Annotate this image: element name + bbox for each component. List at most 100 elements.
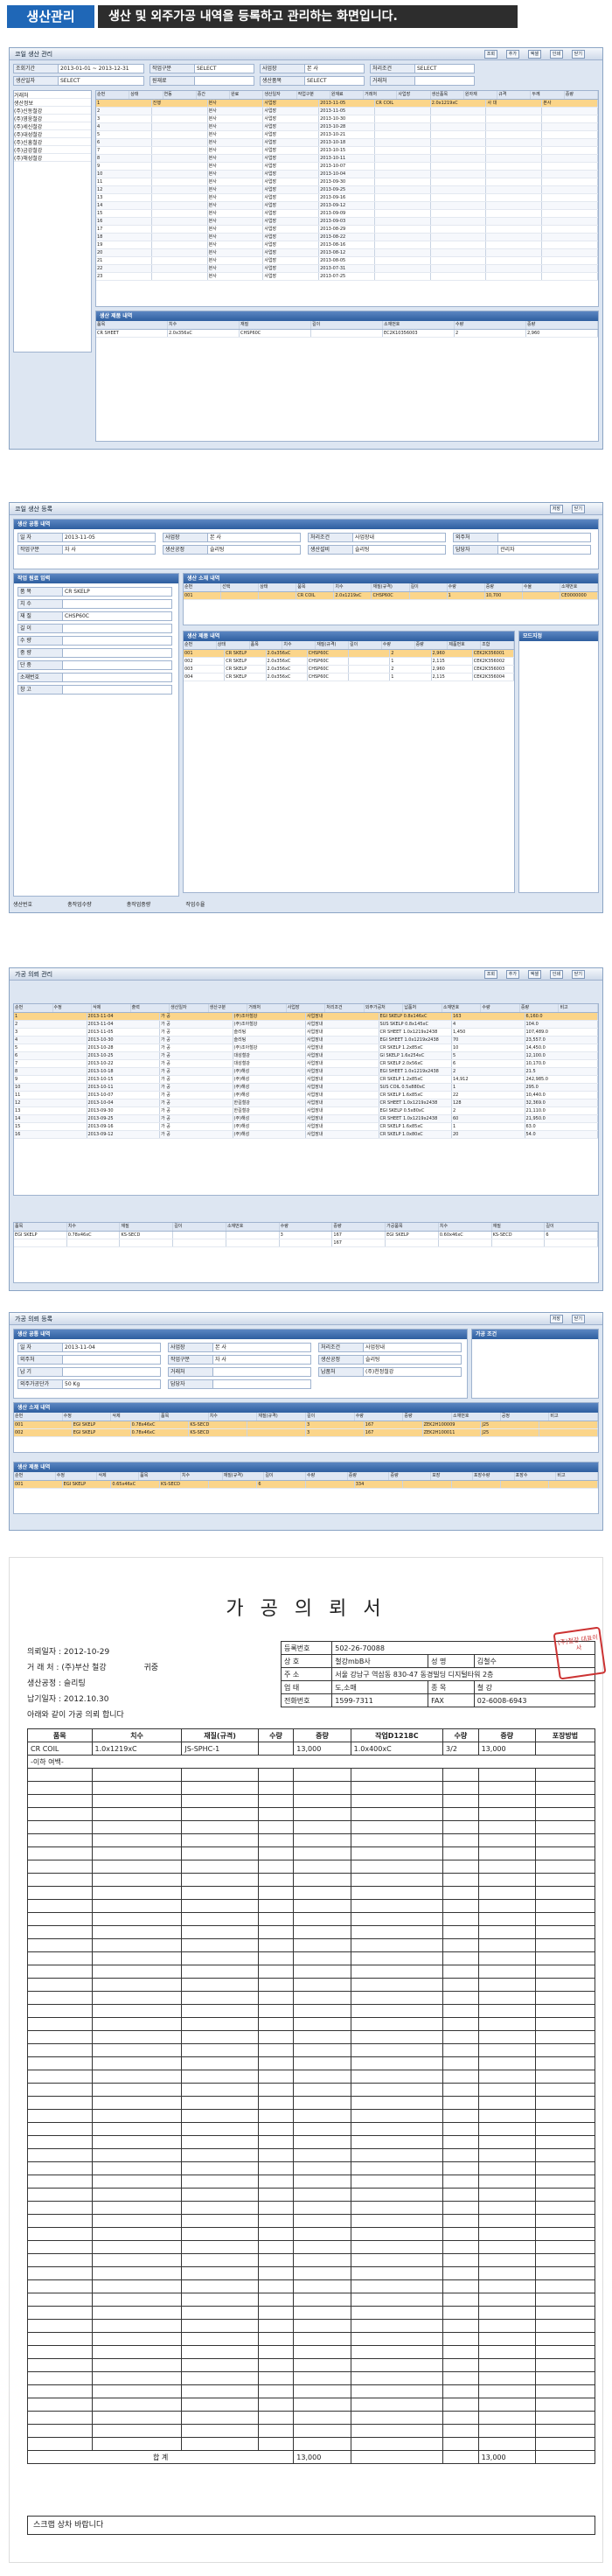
table-row[interactable]: 5 2013-10-28 가 공 (주)조아철강 사업장내 CR SKELP 1.2x85…: [14, 1044, 598, 1052]
table-row[interactable]: 18 본사 사업장 2013-08-22: [96, 234, 598, 241]
side-list-item[interactable]: (주)해성철강: [14, 154, 91, 162]
field-value[interactable]: [63, 636, 172, 646]
table-row[interactable]: 3 본사 사업장 2013-10-30: [96, 115, 598, 123]
add-button[interactable]: 추가: [505, 50, 519, 59]
input-field[interactable]: 외주처: [453, 533, 591, 542]
filter-product[interactable]: 생산품목 SELECT: [260, 76, 365, 86]
input-field[interactable]: 소재번호: [17, 673, 172, 682]
filter-material[interactable]: 원재료: [150, 76, 254, 86]
input-field[interactable]: 생산설비 슬리팅: [308, 545, 446, 555]
table-row[interactable]: 12 2013-10-04 가 공 한길철강 사업장내 CR SHEET 1.0x1219…: [14, 1100, 598, 1107]
input-field[interactable]: 사업장 본 사: [163, 533, 301, 542]
input-field[interactable]: 작업구분 자 사: [168, 1355, 311, 1365]
table-row[interactable]: 15 2013-09-16 가 공 (주)해성 사업장내 CR SKELP 1.6x85x…: [14, 1123, 598, 1131]
field-value[interactable]: [63, 685, 172, 695]
field-value[interactable]: [63, 673, 172, 682]
table-row[interactable]: 15 본사 사업장 2013-09-09: [96, 210, 598, 218]
table-row[interactable]: 167: [14, 1239, 598, 1247]
table-row[interactable]: 002 EGI SKELP 0.78x46xC KS-SECD 3 167 ZEK2H100…: [14, 1429, 598, 1437]
field-value[interactable]: 2013-11-05: [63, 533, 156, 542]
input-field[interactable]: 길 이: [17, 624, 172, 633]
input-field[interactable]: 품 목 CR SKELP: [17, 587, 172, 597]
input-field[interactable]: 창 고: [17, 685, 172, 695]
table-row[interactable]: 17 본사 사업장 2013-08-29: [96, 226, 598, 234]
field-value[interactable]: 슬리팅: [208, 545, 301, 555]
input-field[interactable]: 담당자 관리자: [453, 545, 591, 555]
close-button[interactable]: 닫기: [571, 1315, 585, 1323]
field-value[interactable]: [63, 599, 172, 609]
input-field[interactable]: 처리조건 사업장내: [308, 533, 446, 542]
input-field[interactable]: 단 중: [17, 660, 172, 670]
input-field[interactable]: 일 자 2013-11-04: [17, 1343, 161, 1352]
table-row[interactable]: 2 본사 사업장 2013-11-05: [96, 108, 598, 115]
side-list-item[interactable]: (주)영웅철강: [14, 115, 91, 122]
table-row[interactable]: EGI SKELP 0.78x46xC KS-SECD 3 167 EGI SKELP 0.…: [14, 1232, 598, 1239]
input-field[interactable]: 외주처: [17, 1355, 161, 1365]
input-field[interactable]: 치 수: [17, 599, 172, 609]
table-row[interactable]: 13 본사 사업장 2013-09-16: [96, 194, 598, 202]
input-field[interactable]: 생산공정 슬리팅: [318, 1355, 462, 1365]
field-value[interactable]: [498, 533, 591, 542]
table-row[interactable]: 001 CR SKELP 2.0x356xC CHSP60C 2 2,960 CEK2K35…: [184, 650, 514, 658]
side-list-item[interactable]: (주)신동철강: [14, 107, 91, 115]
table-row[interactable]: 8 2013-10-18 가 공 (주)해성 사업장내 EGI SHEET 1.0x121…: [14, 1068, 598, 1076]
table-row[interactable]: 3 2013-11-05 가 공 슬리팅 사업장내 CR SHEET 1.0x1219x2…: [14, 1029, 598, 1037]
input-field[interactable]: 생산공정 슬리팅: [163, 545, 301, 555]
table-row[interactable]: CR SHEET 2.0x356xC CHSP60C EC2K10356003 2 2,9…: [96, 330, 598, 338]
save-button[interactable]: 저장: [549, 1315, 563, 1323]
table-row[interactable]: 9 본사 사업장 2013-10-07: [96, 163, 598, 171]
table-row[interactable]: 23 본사 사업장 2013-07-25: [96, 273, 598, 281]
table-row[interactable]: 7 본사 사업장 2013-10-15: [96, 147, 598, 155]
search-button[interactable]: 조회: [483, 50, 497, 59]
table-row[interactable]: 16 2013-09-12 가 공 (주)해성 사업장내 CR SKELP 1.0x80x…: [14, 1131, 598, 1139]
table-row[interactable]: 1 진행 본사 사업장 2013-11-05 CR COIL 2.0x1219xC 사 대 본사: [96, 100, 598, 108]
table-row[interactable]: 13 2013-09-30 가 공 한길철강 사업장내 EGI SKELP 0.5x80x…: [14, 1107, 598, 1115]
table-row[interactable]: 21 본사 사업장 2013-08-05: [96, 257, 598, 265]
field-value[interactable]: [213, 1367, 311, 1377]
print-button[interactable]: 인쇄: [549, 970, 563, 979]
field-value[interactable]: [63, 624, 172, 633]
field-value[interactable]: (주)천정철강: [364, 1367, 462, 1377]
field-value[interactable]: [63, 660, 172, 670]
excel-button[interactable]: 엑셀: [527, 50, 541, 59]
table-row[interactable]: 14 본사 사업장 2013-09-12: [96, 202, 598, 210]
table-row[interactable]: 20 본사 사업장 2013-08-12: [96, 249, 598, 257]
input-field[interactable]: 일 자 2013-11-05: [17, 533, 156, 542]
input-field[interactable]: 수 량: [17, 636, 172, 646]
close-button[interactable]: 닫기: [571, 50, 585, 59]
table-row[interactable]: 4 2013-10-30 가 공 슬리팅 사업장내 EGI SHEET 1.0x1219x…: [14, 1037, 598, 1044]
filter-condition[interactable]: 처리조건 SELECT: [370, 64, 475, 73]
table-row[interactable]: 9 2013-10-15 가 공 (주)해성 사업장내 CR SKELP 1.2x85xC…: [14, 1076, 598, 1084]
input-field[interactable]: 거래처: [168, 1367, 311, 1377]
field-value[interactable]: [213, 1379, 311, 1389]
field-value[interactable]: 2013-11-04: [63, 1343, 161, 1352]
table-row[interactable]: 10 본사 사업장 2013-10-04: [96, 171, 598, 178]
field-value[interactable]: 본 사: [213, 1343, 311, 1352]
input-field[interactable]: 외주가공단가 50 Kg: [17, 1379, 161, 1389]
side-list-item[interactable]: 거래처: [14, 91, 91, 99]
search-button[interactable]: 조회: [483, 970, 497, 979]
table-row[interactable]: 004 CR SKELP 2.0x356xC CHSP60C 1 2,115 CEK2K35…: [184, 674, 514, 681]
table-row[interactable]: 6 본사 사업장 2013-10-18: [96, 139, 598, 147]
side-list-item[interactable]: (주)대성철강: [14, 130, 91, 138]
table-row[interactable]: 6 2013-10-25 가 공 대성철강 사업장내 GI SKELP 1.6x254xC…: [14, 1052, 598, 1060]
table-row[interactable]: 12 본사 사업장 2013-09-25: [96, 186, 598, 194]
filter-period[interactable]: 조회기간 2013-01-01 ~ 2013-12-31: [13, 64, 144, 73]
input-field[interactable]: 재 질 CHSP60C: [17, 611, 172, 621]
field-value[interactable]: 슬리팅: [364, 1355, 462, 1365]
table-row[interactable]: 002 CR SKELP 2.0x356xC CHSP60C 1 2,115 CEK2K35…: [184, 658, 514, 666]
table-row[interactable]: 8 본사 사업장 2013-10-11: [96, 155, 598, 163]
field-value[interactable]: 관리자: [498, 545, 591, 555]
table-row[interactable]: 5 본사 사업장 2013-10-21: [96, 131, 598, 139]
filter-date[interactable]: 생산일자 SELECT: [13, 76, 144, 86]
table-row[interactable]: 16 본사 사업장 2013-09-03: [96, 218, 598, 226]
add-button[interactable]: 추가: [505, 970, 519, 979]
table-row[interactable]: 001 EGI SKELP 0.65x46xC KS-SECD 6 334: [14, 1481, 599, 1489]
input-field[interactable]: 납품처 (주)천정철강: [318, 1367, 462, 1377]
close-button[interactable]: 닫기: [571, 970, 585, 979]
excel-button[interactable]: 엑셀: [527, 970, 541, 979]
table-row[interactable]: 11 본사 사업장 2013-09-30: [96, 178, 598, 186]
table-row[interactable]: 7 2013-10-22 가 공 대성철강 사업장내 CR SKELP 2.0x56xC 6…: [14, 1060, 598, 1068]
input-field[interactable]: 담당자: [168, 1379, 311, 1389]
field-value[interactable]: CHSP60C: [63, 611, 172, 621]
